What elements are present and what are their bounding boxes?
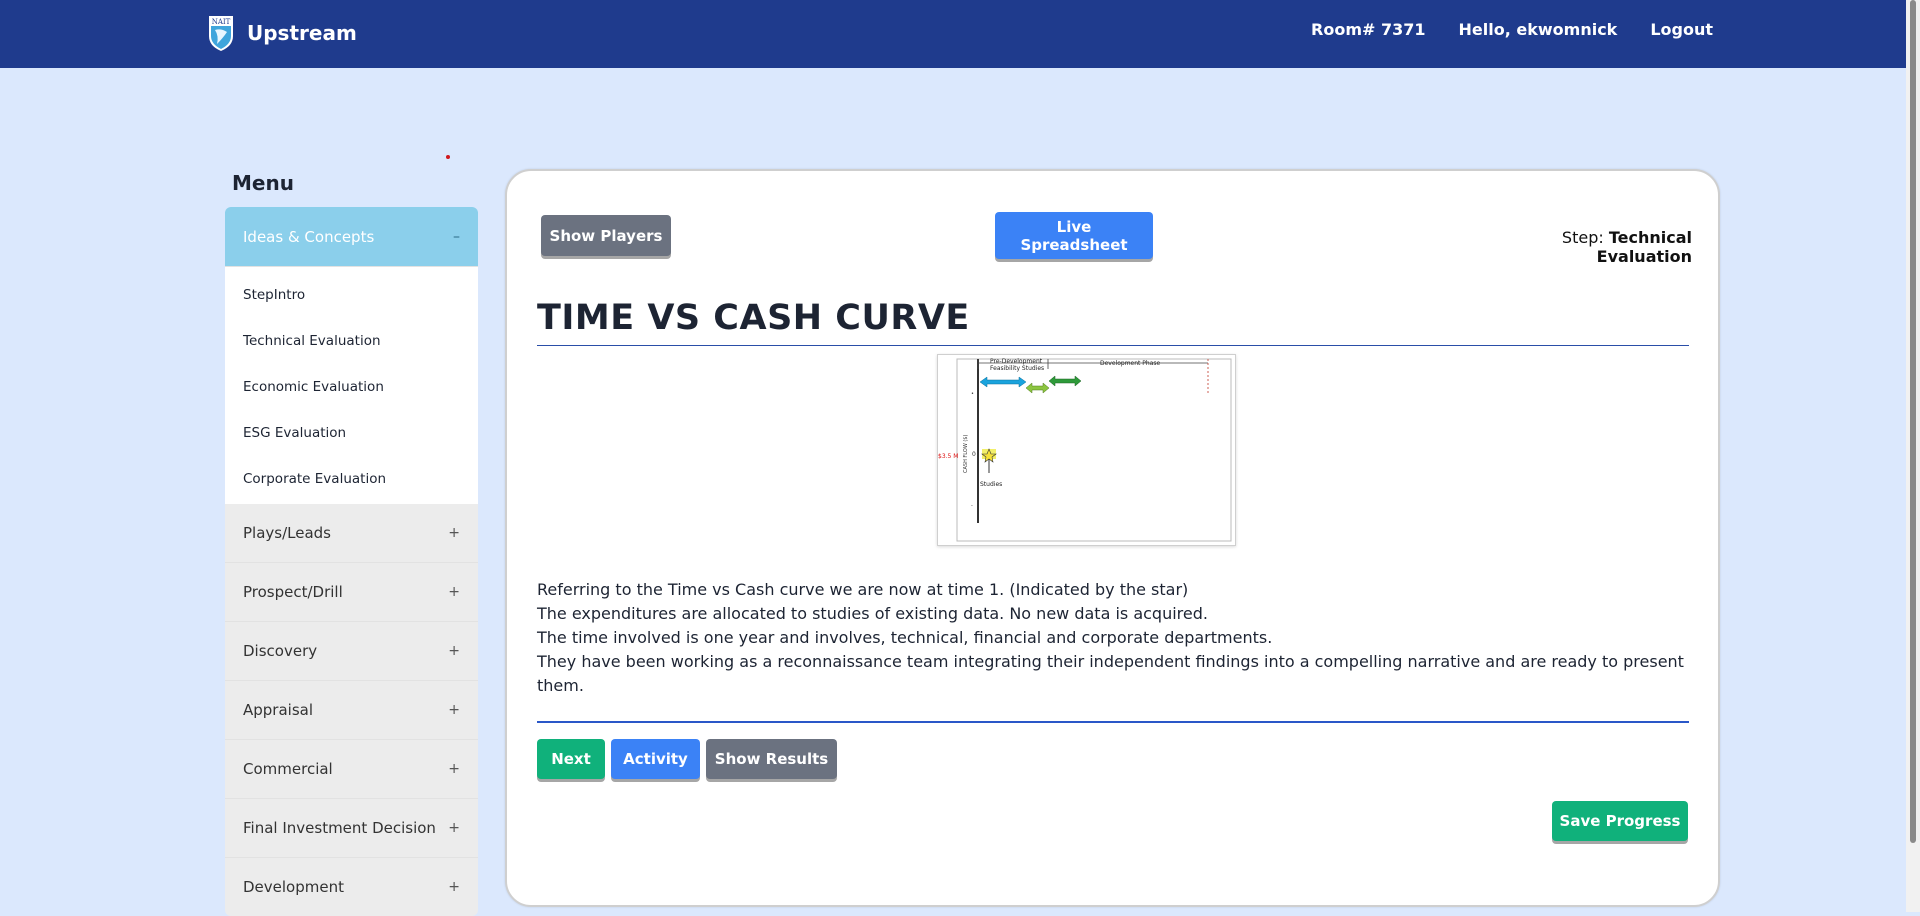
accordion-label: Discovery [243, 642, 318, 660]
accordion-final-investment-decision[interactable]: Final Investment Decision + [225, 799, 478, 858]
show-players-button[interactable]: Show Players [541, 215, 671, 256]
accordion-label: Commercial [243, 760, 333, 778]
sidebar-menu: Ideas & Concepts – StepIntro Technical E… [225, 207, 478, 916]
nait-logo-icon: NAIT [209, 16, 233, 51]
activity-button[interactable]: Activity [611, 739, 700, 779]
title-divider [537, 345, 1689, 346]
svg-text:•: • [971, 391, 974, 397]
accordion-development[interactable]: Development + [225, 858, 478, 916]
accordion-prospect-drill[interactable]: Prospect/Drill + [225, 563, 478, 622]
expand-icon: + [448, 820, 460, 836]
accordion-label: Final Investment Decision [243, 819, 436, 837]
live-spreadsheet-button[interactable]: Live Spreadsheet [995, 212, 1153, 259]
expand-icon: + [448, 525, 460, 541]
brand[interactable]: NAIT Upstream [207, 14, 357, 52]
menu-item-technical-evaluation[interactable]: Technical Evaluation [225, 318, 478, 364]
step-name: Technical Evaluation [1596, 228, 1692, 266]
accordion-label: Plays/Leads [243, 524, 332, 542]
accordion-appraisal[interactable]: Appraisal + [225, 681, 478, 740]
svg-text:NAIT: NAIT [212, 18, 231, 26]
svg-text:-: - [971, 503, 973, 509]
svg-text:Pre-Development: Pre-Development [990, 358, 1043, 365]
accordion-commercial[interactable]: Commercial + [225, 740, 478, 799]
expand-icon: + [448, 761, 460, 777]
svg-text:0: 0 [972, 451, 976, 458]
paragraph: The expenditures are allocated to studie… [537, 604, 1208, 623]
app-name: Upstream [247, 21, 357, 45]
accordion-label: Development [243, 878, 344, 896]
next-button[interactable]: Next [537, 739, 605, 779]
time-vs-cash-diagram: Pre-Development Feasibility Studies Deve… [938, 358, 1232, 542]
menu-item-economic-evaluation[interactable]: Economic Evaluation [225, 364, 478, 410]
expand-icon: + [448, 879, 460, 895]
room-number: Room# 7371 [1311, 20, 1426, 39]
step-prefix: Step: [1561, 228, 1604, 247]
menu-item-corporate-evaluation[interactable]: Corporate Evaluation [225, 456, 478, 502]
svg-text:Studies: Studies [980, 481, 1002, 488]
menu-item-esg-evaluation[interactable]: ESG Evaluation [225, 410, 478, 456]
time-vs-cash-figure: Pre-Development Feasibility Studies Deve… [937, 354, 1236, 546]
scrollbar-thumb[interactable] [1910, 0, 1916, 843]
content-divider [537, 721, 1689, 723]
accordion-label: Prospect/Drill [243, 583, 343, 601]
accordion-label: Appraisal [243, 701, 314, 719]
svg-text:CASH FLOW ($): CASH FLOW ($) [963, 434, 969, 473]
show-results-button[interactable]: Show Results [706, 739, 837, 779]
logout-link[interactable]: Logout [1650, 20, 1713, 39]
red-dot [446, 155, 450, 159]
top-navbar: NAIT Upstream Room# 7371 Hello, ekwomnic… [0, 0, 1920, 68]
collapse-icon: – [453, 228, 460, 245]
accordion-discovery[interactable]: Discovery + [225, 622, 478, 681]
expand-icon: + [448, 643, 460, 659]
svg-text:$3.5 M: $3.5 M [938, 453, 958, 460]
paragraph: The time involved is one year and involv… [537, 628, 1273, 647]
menu-title: Menu [232, 171, 294, 195]
menu-item-stepintro[interactable]: StepIntro [225, 272, 478, 318]
step-indicator: Step: Technical Evaluation [1474, 228, 1692, 266]
accordion-label: Ideas & Concepts [243, 227, 375, 246]
page-title: TIME VS CASH CURVE [537, 298, 970, 338]
content-card: Show Players Live Spreadsheet Step: Tech… [505, 169, 1720, 907]
expand-icon: + [448, 702, 460, 718]
page-scrollbar[interactable] [1906, 0, 1920, 912]
paragraph: They have been working as a reconnaissan… [537, 652, 1684, 695]
svg-text:Development Phase: Development Phase [1100, 360, 1161, 367]
ideas-concepts-items: StepIntro Technical Evaluation Economic … [225, 267, 478, 504]
user-greeting: Hello, ekwomnick [1458, 20, 1618, 39]
accordion-ideas-concepts[interactable]: Ideas & Concepts – [225, 207, 478, 267]
svg-text:Feasibility Studies: Feasibility Studies [990, 365, 1044, 372]
step-description: Referring to the Time vs Cash curve we a… [537, 578, 1697, 698]
paragraph: Referring to the Time vs Cash curve we a… [537, 580, 1189, 599]
save-progress-button[interactable]: Save Progress [1552, 801, 1688, 841]
accordion-plays-leads[interactable]: Plays/Leads + [225, 504, 478, 563]
expand-icon: + [448, 584, 460, 600]
